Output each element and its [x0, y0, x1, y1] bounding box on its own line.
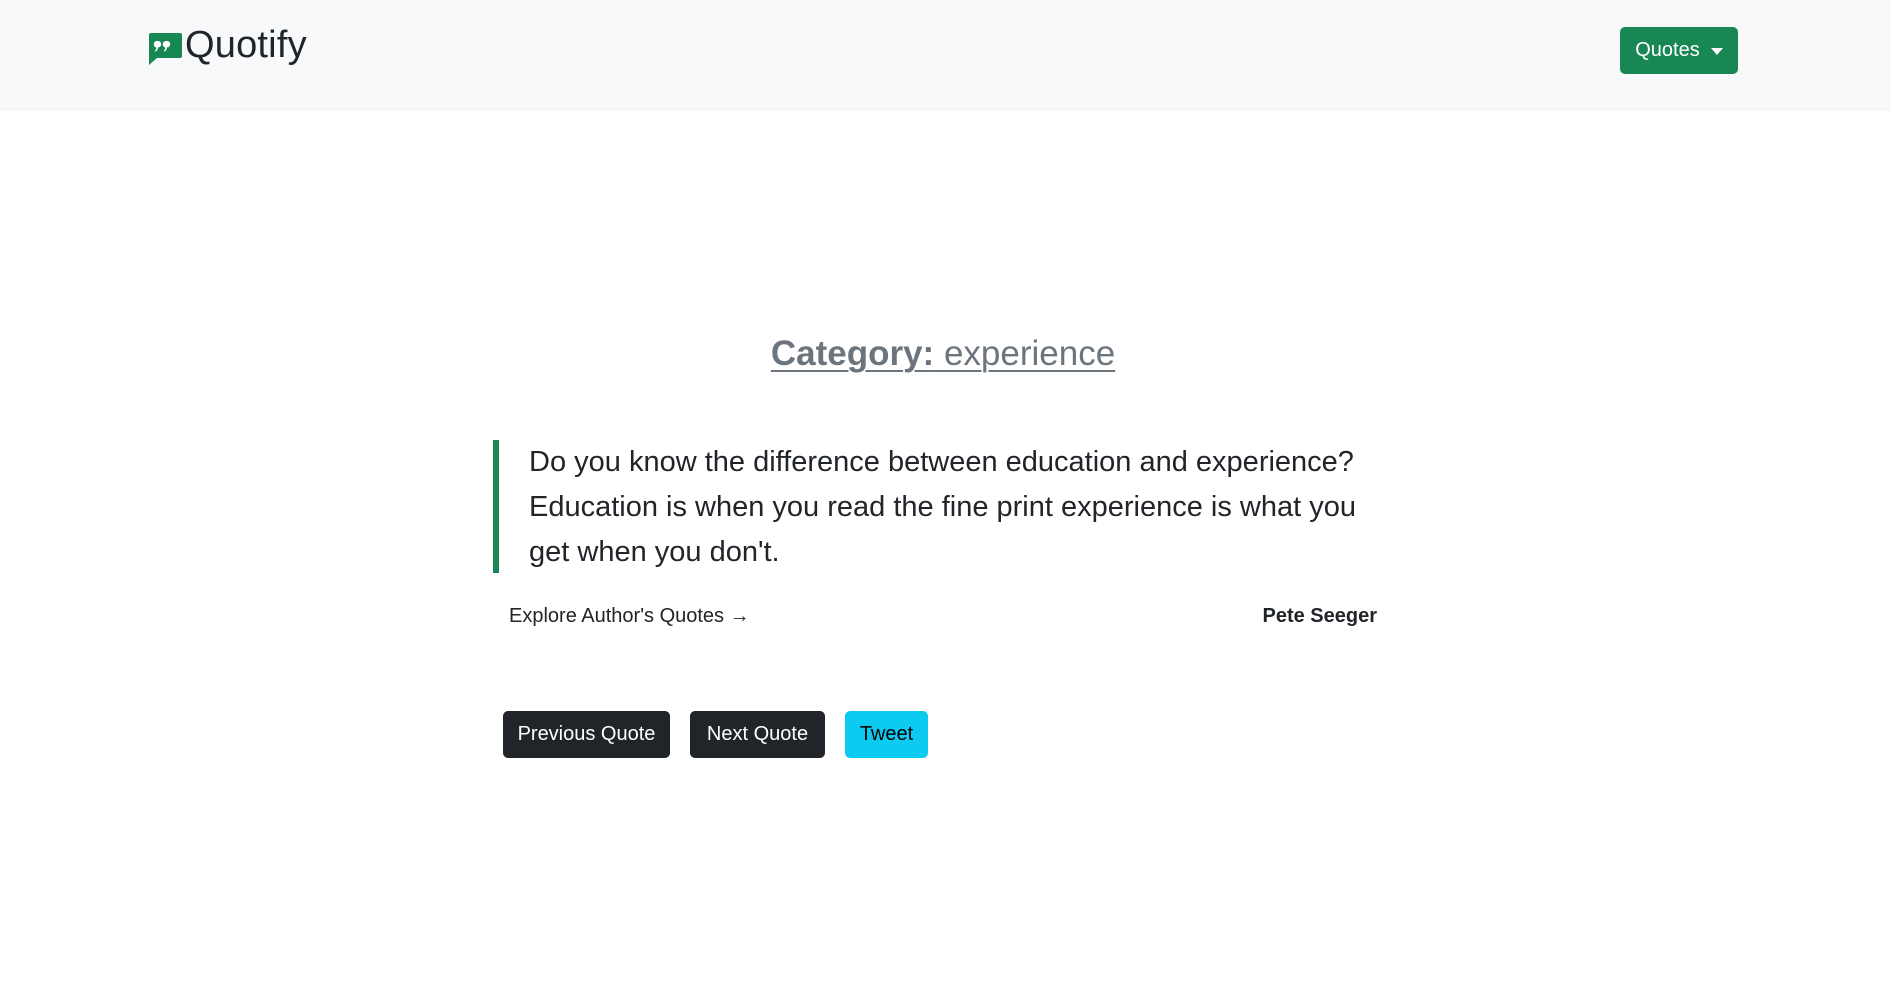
navbar: Quotify Quotes [0, 0, 1891, 108]
caret-down-icon [1710, 48, 1723, 55]
explore-author-quotes-link[interactable]: Explore Author's Quotes → [509, 605, 750, 628]
category-heading: Category: experience [0, 334, 1886, 374]
previous-quote-button[interactable]: Previous Quote [503, 711, 670, 758]
tweet-button[interactable]: Tweet [845, 711, 928, 758]
quote-author: Pete Seeger [1262, 605, 1377, 627]
quote-bubble-icon [147, 30, 183, 66]
quotes-dropdown-label: Quotes [1635, 39, 1700, 61]
brand-name: Quotify [185, 24, 307, 66]
next-quote-button[interactable]: Next Quote [690, 711, 825, 758]
brand-link[interactable]: Quotify [147, 24, 307, 67]
quote-text: Do you know the difference between educa… [529, 446, 1356, 568]
quote-blockquote: Do you know the difference between educa… [493, 440, 1383, 573]
category-label: Category: [770, 334, 935, 373]
category-value: experience [943, 334, 1116, 373]
quotes-dropdown-button[interactable]: Quotes [1620, 27, 1738, 74]
